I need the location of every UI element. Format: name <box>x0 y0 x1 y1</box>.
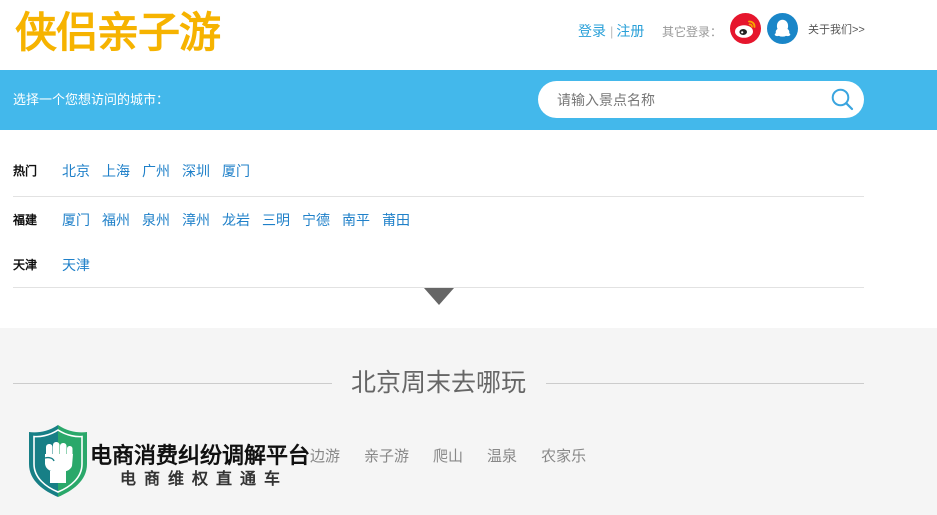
search-box <box>538 81 864 118</box>
about-us-link[interactable]: 关于我们>> <box>808 23 865 37</box>
city-link[interactable]: 广州 <box>142 161 170 181</box>
city-link[interactable]: 龙岩 <box>222 210 250 230</box>
tab-hot-spring[interactable]: 温泉 <box>487 447 517 467</box>
city-link[interactable]: 宁德 <box>302 210 330 230</box>
city-selection-bar: 选择一个您想访问的城市： <box>0 70 937 130</box>
city-link[interactable]: 天津 <box>62 255 90 275</box>
city-links: 天津 <box>62 255 90 275</box>
city-link[interactable]: 福州 <box>102 210 130 230</box>
city-row-label: 天津 <box>13 258 38 272</box>
tab-family[interactable]: 亲子游 <box>364 447 409 467</box>
city-link[interactable]: 莆田 <box>382 210 410 230</box>
site-header: 侠侣亲子游 登录 | 注册 其它登录： 关于我们>> <box>0 0 937 70</box>
city-link[interactable]: 北京 <box>62 161 90 181</box>
caret-down-icon[interactable] <box>424 288 454 305</box>
city-link[interactable]: 厦门 <box>222 161 250 181</box>
tab-nearby[interactable]: 边游 <box>310 447 340 467</box>
category-tabs: 边游 亲子游 爬山 温泉 农家乐 <box>310 447 586 467</box>
divider <box>13 196 864 197</box>
search-input[interactable] <box>538 81 828 118</box>
weibo-icon[interactable] <box>730 13 761 44</box>
city-link[interactable]: 三明 <box>262 210 290 230</box>
city-row-fujian: 福建 厦门 福州 泉州 漳州 龙岩 三明 宁德 南平 莆田 <box>0 210 937 230</box>
login-link[interactable]: 登录 <box>578 23 606 39</box>
tab-farm-stay[interactable]: 农家乐 <box>541 447 586 467</box>
city-links: 北京 上海 广州 深圳 厦门 <box>62 161 250 181</box>
tab-hiking[interactable]: 爬山 <box>433 447 463 467</box>
register-link[interactable]: 注册 <box>616 23 644 39</box>
city-row-label: 福建 <box>13 213 38 227</box>
page: 侠侣亲子游 登录 | 注册 其它登录： 关于我们>> 选择一个您想访问的城市： … <box>0 0 937 515</box>
city-link[interactable]: 南平 <box>342 210 370 230</box>
site-logo[interactable]: 侠侣亲子游 <box>15 8 221 58</box>
city-link[interactable]: 泉州 <box>142 210 170 230</box>
weekend-section: 北京周末去哪玩 边游 亲子游 爬山 温泉 农家乐 <box>0 328 937 515</box>
city-row-tianjin: 天津 天津 <box>0 255 937 275</box>
city-row-hot: 热门 北京 上海 广州 深圳 厦门 <box>0 161 937 181</box>
city-link[interactable]: 上海 <box>102 161 130 181</box>
search-icon[interactable] <box>831 88 854 111</box>
auth-separator: | <box>610 24 614 39</box>
city-link[interactable]: 漳州 <box>182 210 210 230</box>
city-links: 厦门 福州 泉州 漳州 龙岩 三明 宁德 南平 莆田 <box>62 210 410 230</box>
qq-icon[interactable] <box>767 13 798 44</box>
city-link[interactable]: 厦门 <box>62 210 90 230</box>
auth-links: 登录 | 注册 <box>578 22 644 41</box>
other-login-label: 其它登录： <box>662 25 723 39</box>
city-row-label: 热门 <box>13 164 38 178</box>
title-line-right <box>546 383 864 384</box>
city-prompt: 选择一个您想访问的城市： <box>13 92 170 107</box>
city-link[interactable]: 深圳 <box>182 161 210 181</box>
